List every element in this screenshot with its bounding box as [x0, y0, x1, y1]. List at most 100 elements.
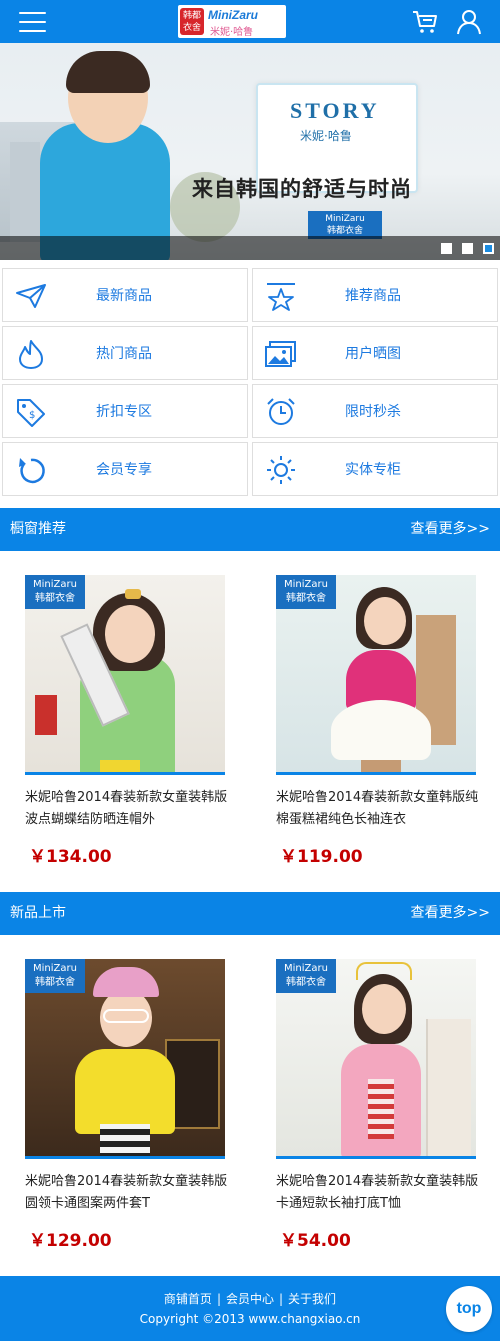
category-members[interactable]: 会员专享	[2, 442, 248, 496]
product-image[interactable]: MiniZaru 韩都衣舍	[25, 959, 225, 1159]
product-name[interactable]: 米妮哈鲁2014春装新款女童韩版纯棉蛋糕裙纯色长袖连衣	[276, 787, 482, 831]
kid-shirt-print	[368, 1079, 394, 1139]
product-name[interactable]: 米妮哈鲁2014春装新款女童装韩版波点蝴蝶结防晒连帽外	[25, 787, 231, 831]
product-image[interactable]: MiniZaru 韩都衣舍	[25, 575, 225, 775]
category-label: 用户晒图	[345, 346, 401, 362]
section-title: 橱窗推荐	[10, 521, 66, 537]
kid-pants	[100, 760, 140, 772]
view-more-link[interactable]: 查看更多>>	[411, 508, 490, 551]
red-phonebox	[35, 695, 57, 735]
category-label: 限时秒杀	[345, 404, 401, 420]
kid-face	[362, 984, 406, 1034]
category-label: 热门商品	[96, 346, 152, 362]
promo-banner[interactable]: STORY 米妮·哈鲁 来自韩国的舒适与时尚 MiniZaru 韩都衣舍	[0, 43, 500, 260]
brand-tag-en: MiniZaru	[33, 963, 77, 974]
sun-icon	[267, 456, 295, 484]
page-footer: 商铺首页 | 会员中心 | 关于我们 Copyright ©2013 www.chang…	[0, 1276, 500, 1341]
brand-logo[interactable]: 韩都衣舍 MiniZaru 米妮·哈鲁	[178, 5, 286, 38]
window-frame	[426, 1019, 471, 1156]
cart-icon[interactable]	[412, 10, 438, 34]
alarm-clock-icon	[267, 398, 295, 425]
product-image[interactable]: MiniZaru 韩都衣舍	[276, 575, 476, 775]
category-label: 实体专柜	[345, 462, 401, 478]
kid-face	[105, 605, 155, 663]
category-discount[interactable]: $ 折扣专区	[2, 384, 248, 438]
price-tag-icon: $	[17, 399, 45, 427]
brand-tag-en: MiniZaru	[284, 579, 328, 590]
section-bar-showcase: 橱窗推荐 查看更多>>	[0, 508, 500, 551]
category-user-photos[interactable]: 用户晒图	[252, 326, 498, 380]
svg-text:$: $	[29, 410, 35, 421]
product-name[interactable]: 米妮哈鲁2014春装新款女童装韩版圆领卡通图案两件套T	[25, 1171, 231, 1215]
category-recommended[interactable]: 推荐商品	[252, 268, 498, 322]
brand-tag-cn: 韩都衣舍	[286, 977, 326, 988]
story-title: STORY	[290, 98, 380, 123]
section-bar-new-arrivals: 新品上市 查看更多>>	[0, 892, 500, 935]
product-brand-tag: MiniZaru 韩都衣舍	[276, 575, 336, 609]
product-price: ￥129.00	[29, 1231, 112, 1251]
slide-dot-3-active[interactable]	[483, 243, 494, 254]
banner-caption-strip	[0, 236, 500, 260]
category-label: 会员专享	[96, 462, 152, 478]
kid-tutu	[331, 700, 431, 760]
product-card[interactable]: MiniZaru 韩都衣舍 米妮哈鲁2014春装新款女童装韩版卡通短款长袖打底T恤…	[276, 959, 478, 1251]
product-price: ￥54.00	[280, 1231, 351, 1251]
product-name[interactable]: 米妮哈鲁2014春装新款女童装韩版卡通短款长袖打底T恤	[276, 1171, 482, 1215]
banner-child-hair	[66, 51, 150, 93]
product-image[interactable]: MiniZaru 韩都衣舍	[276, 959, 476, 1159]
kid-glasses	[103, 1009, 149, 1023]
category-hot[interactable]: 热门商品	[2, 326, 248, 380]
product-brand-tag: MiniZaru 韩都衣舍	[25, 575, 85, 609]
logo-sub: 米妮·哈鲁	[210, 27, 254, 38]
brand-tag-cn: 韩都衣舍	[286, 593, 326, 604]
star-icon	[267, 283, 295, 311]
kid-face	[364, 597, 406, 645]
top-header: 韩都衣舍 MiniZaru 米妮·哈鲁	[0, 0, 500, 43]
slide-dot-1[interactable]	[441, 243, 452, 254]
brand-tag-en: MiniZaru	[284, 963, 328, 974]
logo-brand: MiniZaru	[208, 8, 258, 22]
slide-dots	[441, 243, 494, 254]
footer-links: 商铺首页 | 会员中心 | 关于我们	[0, 1290, 500, 1307]
menu-icon[interactable]	[19, 12, 46, 33]
story-subtitle: 米妮·哈鲁	[300, 129, 352, 143]
product-price: ￥119.00	[280, 847, 363, 867]
banner-tag-en: MiniZaru	[325, 214, 365, 224]
footer-link-member-center[interactable]: 会员中心	[226, 1292, 274, 1306]
footer-separator: |	[279, 1292, 284, 1306]
view-more-link[interactable]: 查看更多>>	[411, 892, 490, 935]
brand-tag-en: MiniZaru	[33, 579, 77, 590]
category-latest[interactable]: 最新商品	[2, 268, 248, 322]
brand-tag-cn: 韩都衣舍	[35, 977, 75, 988]
user-icon[interactable]	[456, 9, 482, 35]
footer-separator: |	[216, 1292, 221, 1306]
product-card[interactable]: MiniZaru 韩都衣舍 米妮哈鲁2014春装新款女童韩版纯棉蛋糕裙纯色长袖连衣…	[276, 575, 478, 867]
logo-badge: 韩都衣舍	[180, 8, 204, 35]
product-brand-tag: MiniZaru 韩都衣舍	[276, 959, 336, 993]
product-card[interactable]: MiniZaru 韩都衣舍 米妮哈鲁2014春装新款女童装韩版圆领卡通图案两件套T…	[25, 959, 227, 1251]
paper-plane-icon	[16, 284, 46, 308]
kid-cap	[93, 967, 159, 997]
product-brand-tag: MiniZaru 韩都衣舍	[25, 959, 85, 993]
kid-crown	[125, 589, 141, 599]
kid-ear-headband	[356, 962, 412, 980]
category-flash-sale[interactable]: 限时秒杀	[252, 384, 498, 438]
product-price: ￥134.00	[29, 847, 112, 867]
slide-dot-2[interactable]	[462, 243, 473, 254]
refresh-icon	[19, 458, 45, 484]
kid-striped-shirt	[100, 1124, 150, 1156]
banner-slogan: 来自韩国的舒适与时尚	[192, 177, 412, 201]
back-to-top-button[interactable]: top	[446, 1286, 492, 1332]
product-card[interactable]: MiniZaru 韩都衣舍 米妮哈鲁2014春装新款女童装韩版波点蝴蝶结防晒连帽外…	[25, 575, 227, 867]
copyright-text: Copyright ©2013 www.changxiao.cn	[139, 1312, 361, 1326]
footer-link-home[interactable]: 商铺首页	[164, 1292, 212, 1306]
category-label: 最新商品	[96, 288, 152, 304]
footer-link-about[interactable]: 关于我们	[288, 1292, 336, 1306]
flame-icon	[19, 340, 43, 369]
category-stores[interactable]: 实体专柜	[252, 442, 498, 496]
category-label: 推荐商品	[345, 288, 401, 304]
kid-legs	[361, 760, 401, 772]
kid-top	[75, 1049, 175, 1134]
category-label: 折扣专区	[96, 404, 152, 420]
image-icon	[265, 341, 296, 367]
